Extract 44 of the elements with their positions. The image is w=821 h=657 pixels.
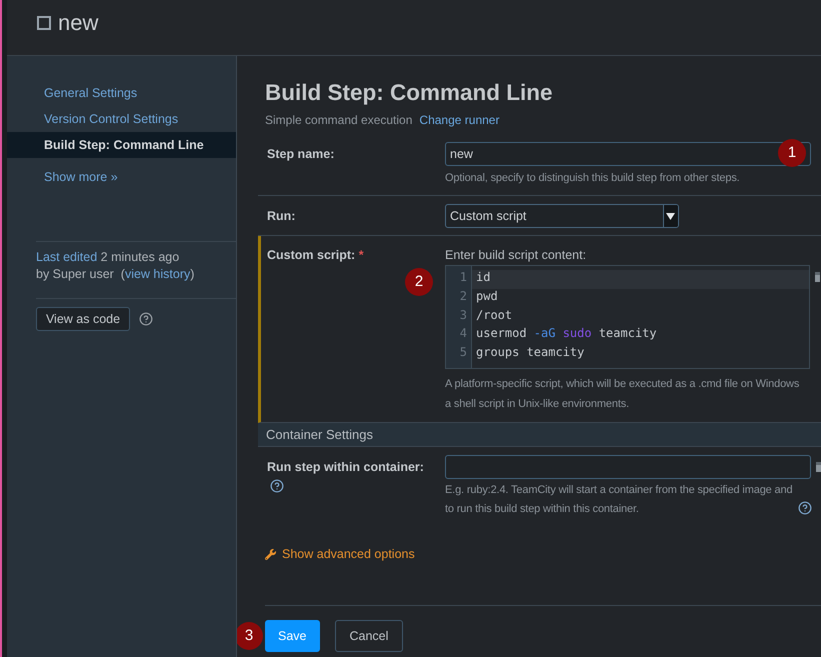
editor-prompt: Enter build script content: [445,247,586,264]
caret-icon [663,205,678,227]
annotation-marker: 2 [405,268,433,296]
line-number: 2 [458,288,468,305]
code-line: usermod -aG sudo teamcity [475,326,658,342]
field-label: Custom script: * [267,247,364,264]
wrench-icon [265,548,276,560]
code-editor[interactable]: 1 2 3 4 5 id pwd /root usermod -aG sudo teamcity groups teamcity [445,265,810,369]
help-icon[interactable] [139,312,153,326]
line-number: 3 [458,308,468,324]
field-label: Run: [267,208,296,225]
change-runner-link[interactable]: Change runner [419,112,500,128]
container-input[interactable] [445,455,811,479]
sidebar-item[interactable]: General Settings [7,80,236,106]
edit-info-text: Last edited 2 minutes ago by Super user (view history) [36,249,194,283]
field-label: Step name: [267,146,334,163]
view-history-link[interactable]: view history [124,267,190,281]
field-hint: A platform-specific script, which will be executed as a .cmd file on Windows a shell script in Unix-like environments. [445,377,800,412]
annotation-marker: 3 [237,622,263,650]
code-line: groups teamcity [475,345,586,361]
cancel-button[interactable]: Cancel [334,620,404,652]
show-more-link[interactable]: Show more » [44,168,118,186]
form-title: Build Step: Command Line [265,79,554,107]
field-hint: Optional, specify to distinguish this build step from other steps. [445,171,740,186]
sidebar-item[interactable]: Version Control Settings [7,106,236,132]
help-icon[interactable] [798,501,812,515]
page-title: new [58,10,98,36]
code-line: pwd [475,288,499,305]
code-line: /root [475,308,514,324]
line-number: 5 [458,345,468,361]
line-number: 4 [458,326,468,342]
save-button[interactable]: Save [265,620,320,652]
help-icon[interactable] [270,479,284,493]
square-icon [37,16,51,30]
runner-description: Simple command execution [265,112,412,128]
view-as-code-button[interactable]: View as code [36,307,130,331]
field-label: Run step within container: [267,459,424,476]
section-header: Container Settings [258,423,821,447]
run-select[interactable]: Custom script [445,204,679,228]
sidebar-item[interactable]: Build Step: Command Line [7,132,236,158]
show-advanced-link[interactable]: Show advanced options [265,545,415,563]
field-hint: E.g. ruby:2.4. TeamCity will start a container from the specified image and to run this build step within this container. [445,483,792,517]
line-number: 1 [458,270,468,286]
last-edited-link[interactable]: Last edited [36,250,98,264]
